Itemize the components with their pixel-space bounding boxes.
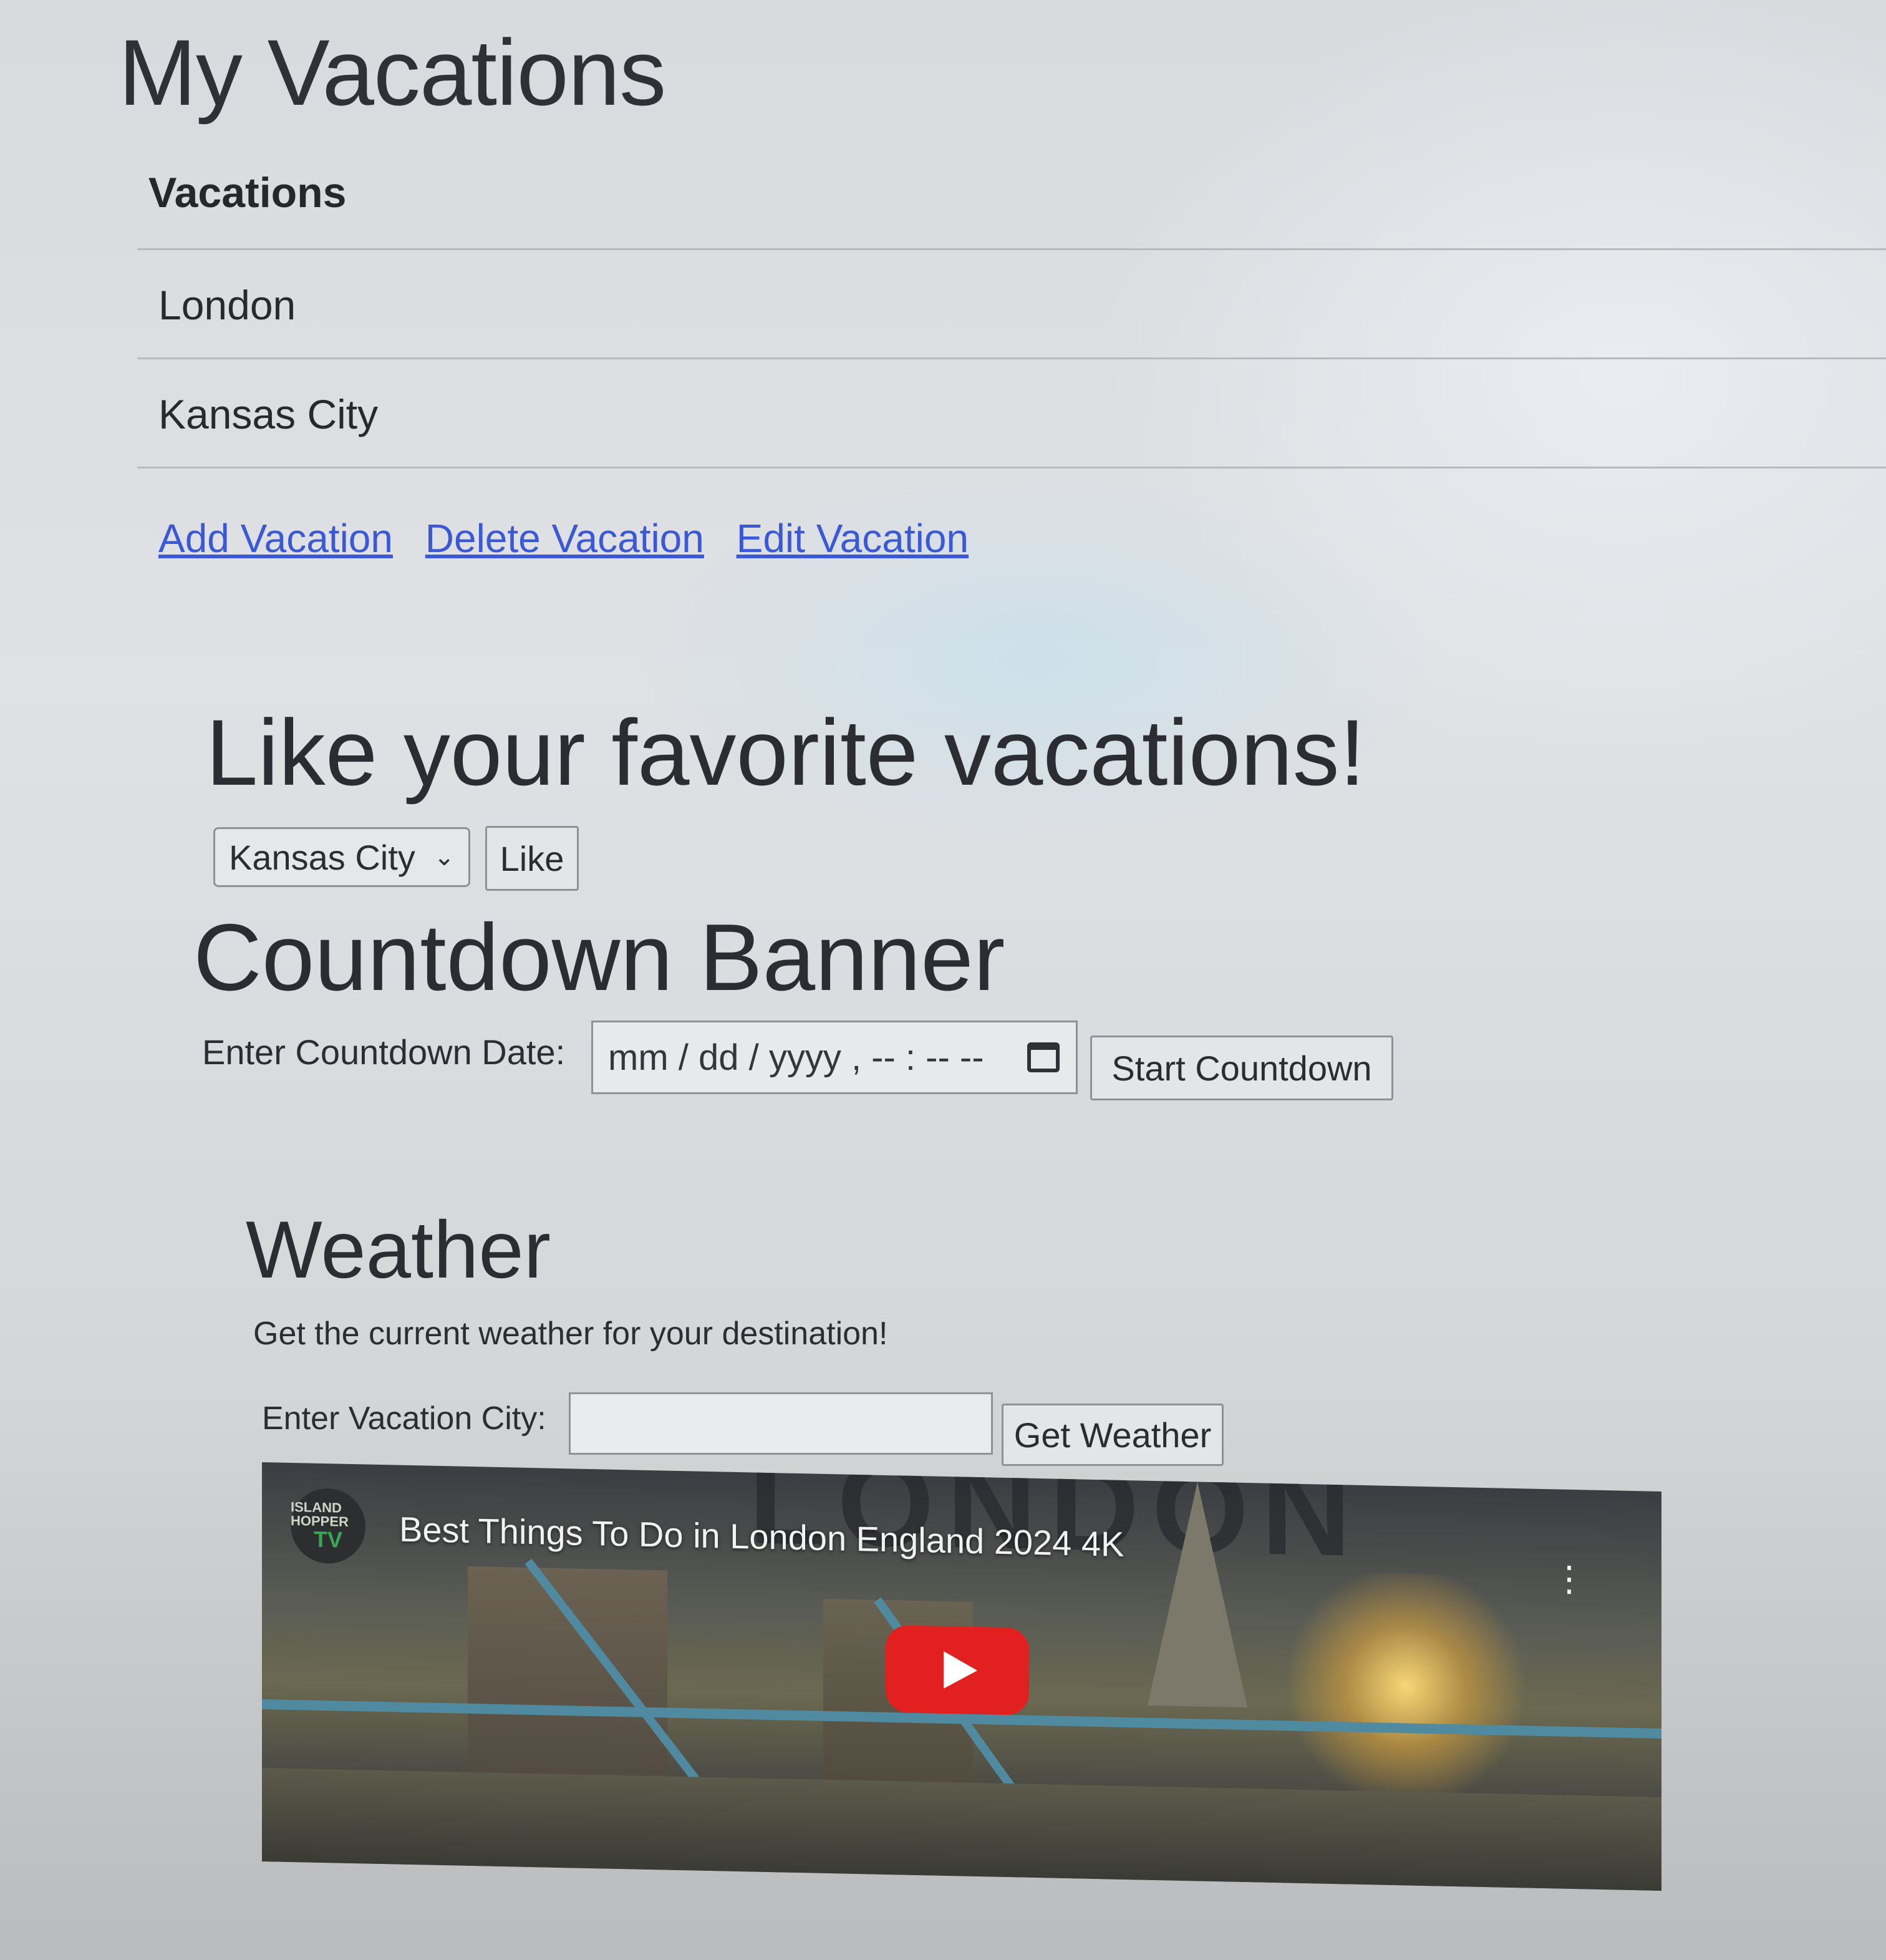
like-heading: Like your favorite vacations!: [206, 700, 1366, 805]
edit-vacation-link[interactable]: Edit Vacation: [737, 516, 969, 561]
city-label: Enter Vacation City:: [262, 1400, 546, 1437]
vacation-select[interactable]: Kansas City ⌄: [213, 827, 470, 887]
vacation-select-value: Kansas City: [229, 837, 415, 877]
more-options-icon[interactable]: ⋮: [1552, 1558, 1587, 1599]
list-item[interactable]: Kansas City: [137, 357, 1886, 468]
video-sunlight: [1275, 1571, 1537, 1801]
channel-suffix: TV: [313, 1526, 342, 1553]
channel-avatar[interactable]: ISLAND HOPPER TV: [291, 1487, 365, 1565]
weather-subtitle: Get the current weather for your destina…: [253, 1316, 888, 1352]
countdown-heading: Countdown Banner: [193, 905, 1005, 1011]
vacation-label: Kansas City: [158, 391, 379, 437]
play-icon: [944, 1651, 977, 1690]
play-button[interactable]: [886, 1624, 1029, 1715]
countdown-date-label: Enter Countdown Date:: [202, 1032, 566, 1072]
vacations-list: London Kansas City: [137, 248, 1886, 468]
get-weather-button[interactable]: Get Weather: [1002, 1404, 1224, 1466]
countdown-date-input[interactable]: mm / dd / yyyy , -- : -- --: [591, 1021, 1078, 1094]
add-vacation-link[interactable]: Add Vacation: [158, 516, 393, 561]
city-input[interactable]: [569, 1392, 993, 1455]
calendar-icon[interactable]: [1027, 1042, 1060, 1072]
like-button[interactable]: Like: [485, 826, 579, 891]
start-countdown-button[interactable]: Start Countdown: [1090, 1036, 1393, 1100]
video-shard-building: [1148, 1480, 1247, 1708]
page-title: My Vacations: [118, 20, 666, 125]
vacations-header: Vacations: [148, 169, 347, 216]
delete-vacation-link[interactable]: Delete Vacation: [425, 516, 704, 561]
vacation-actions: Add Vacation Delete Vacation Edit Vacati…: [158, 515, 990, 561]
list-item[interactable]: London: [137, 248, 1886, 357]
countdown-date-placeholder: mm / dd / yyyy , -- : -- --: [608, 1037, 984, 1078]
weather-heading: Weather: [246, 1204, 551, 1295]
chevron-down-icon: ⌄: [433, 843, 455, 871]
video-embed[interactable]: LONDON ISLAND HOPPER TV Best Things To D…: [262, 1462, 1661, 1891]
vacation-label: London: [158, 282, 296, 328]
channel-name: ISLAND HOPPER: [291, 1498, 349, 1530]
